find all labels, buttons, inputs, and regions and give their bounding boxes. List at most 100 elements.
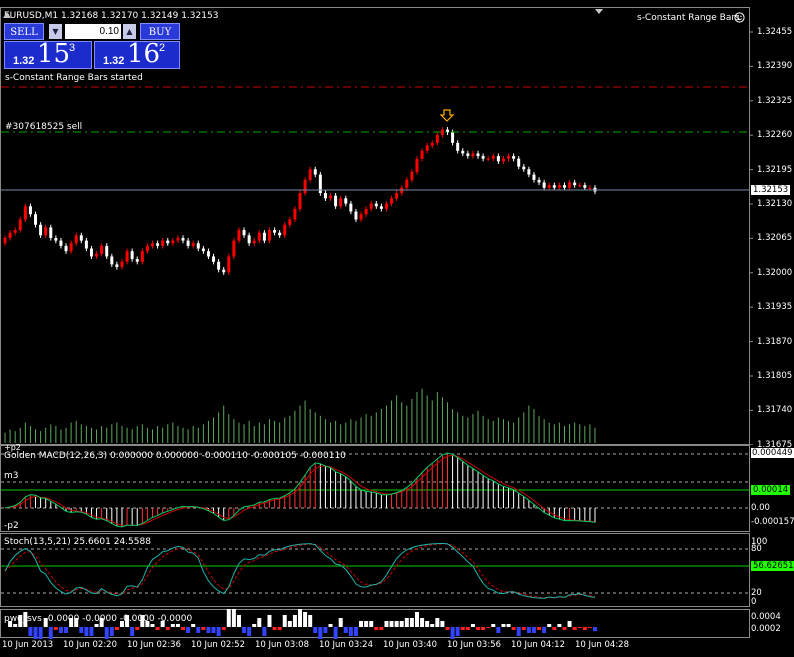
price-axis-label: 1.32260 — [757, 130, 793, 141]
sell-price-box[interactable]: 1.32 15 3 — [4, 39, 92, 69]
candle-body — [573, 182, 577, 186]
macd-p2-label: -p2 — [4, 521, 19, 531]
candle-body — [201, 248, 205, 252]
pwo-bar — [130, 627, 135, 636]
candle-body — [384, 203, 388, 209]
sell-arrow-icon — [439, 109, 455, 122]
sell-button[interactable]: SELL — [4, 23, 44, 40]
pwo-bar — [531, 627, 536, 633]
time-axis-label: 10 Jun 04:12 — [511, 640, 565, 650]
pwo-bar — [526, 627, 531, 633]
pwo-bar — [79, 627, 84, 633]
pwo-bar — [491, 624, 496, 627]
candle-body — [135, 259, 139, 262]
pwo-bar — [221, 627, 226, 630]
pwo-bar — [435, 618, 440, 627]
pwo-bar — [247, 627, 252, 636]
price-axis-label: 1.32065 — [757, 233, 793, 244]
candle-body — [3, 237, 7, 244]
candle-body — [54, 237, 58, 241]
candle-body — [110, 256, 114, 265]
candle-body — [212, 256, 216, 262]
pwo-bar — [409, 618, 414, 627]
candle-body — [527, 169, 531, 175]
pwo-bar — [384, 621, 389, 627]
buy-button[interactable]: BUY — [140, 23, 180, 40]
macd-axis-bottom: -0.000157 — [751, 517, 794, 527]
pwo-bar — [404, 618, 409, 627]
pwo-bar — [369, 621, 374, 627]
pwo-bar — [175, 624, 180, 627]
candle-body — [156, 243, 160, 246]
pwo-bar — [440, 621, 445, 627]
pwo-bar — [328, 624, 333, 627]
lot-decrease-button[interactable]: ▼ — [49, 24, 62, 39]
buy-price-box[interactable]: 1.32 16 2 — [94, 39, 180, 69]
pwo-bar — [547, 624, 552, 627]
pwo-bar — [414, 612, 419, 627]
candle-body — [237, 230, 241, 241]
candle-body — [562, 185, 566, 188]
symbol-info: EURUSD,M1 1.32168 1.32170 1.32149 1.3215… — [4, 11, 219, 21]
pwo-bar — [104, 627, 109, 639]
pwo-bar — [353, 627, 358, 636]
pwo-bar — [272, 627, 277, 630]
candle-body — [257, 232, 261, 241]
pwo-bar — [13, 624, 18, 627]
smiley-icon — [734, 12, 745, 23]
pwo-bar — [114, 627, 119, 630]
pwo-bar — [201, 627, 206, 630]
candle-body — [283, 224, 287, 236]
candle-body — [196, 243, 200, 249]
macd-title: Golden MACD(12,26,3) 0.000000 0.000000 -… — [4, 451, 346, 461]
pwo-bar — [257, 618, 262, 627]
candle-body — [293, 208, 297, 220]
candle-body — [227, 256, 231, 273]
buy-price-prefix: 1.32 — [103, 55, 125, 67]
pwo-bar — [84, 627, 89, 636]
candle-body — [49, 227, 53, 238]
candle-body — [313, 169, 317, 175]
candle-body — [476, 153, 480, 157]
time-axis-label: 10 Jun 03:08 — [255, 640, 309, 650]
candle-body — [430, 142, 434, 146]
time-axis-label: 10 Jun 02:52 — [191, 640, 245, 650]
pwo-bar — [33, 627, 38, 639]
pwo-bar — [587, 627, 592, 628]
pwo-bar — [394, 621, 399, 627]
pwo-bar — [206, 627, 211, 633]
pwo-bar — [516, 627, 521, 636]
pwo-bar — [333, 627, 338, 639]
pwo-bar — [562, 627, 567, 630]
pwo-bar — [338, 618, 343, 627]
lot-size-input[interactable] — [65, 24, 121, 39]
pwo-bar — [359, 621, 364, 627]
pwo-bar — [374, 627, 379, 630]
current-price-badge: 1.32153 — [751, 185, 791, 195]
lot-increase-button[interactable]: ▲ — [123, 24, 136, 39]
candle-body — [339, 198, 343, 207]
pwo-bar — [135, 627, 140, 630]
pwo-bar — [38, 627, 43, 639]
stoch-signal-line — [4, 543, 596, 599]
pwo-bar — [537, 627, 542, 630]
stoch-title: Stoch(13,5,21) 25.6601 24.5588 — [4, 537, 151, 547]
candle-body — [105, 245, 109, 257]
candle-body — [552, 185, 556, 188]
trading-chart-window[interactable]: EURUSD,M1 1.32168 1.32170 1.32149 1.3215… — [0, 0, 794, 657]
pwo-bar — [470, 624, 475, 627]
price-axis-label: 1.32195 — [757, 164, 793, 175]
pwo-bar — [476, 627, 481, 630]
candle-body — [405, 179, 409, 188]
triangle-menu-icon[interactable] — [595, 9, 603, 14]
pwo-bar — [465, 627, 470, 630]
pwo-bar — [53, 627, 58, 630]
pwo-bar — [181, 627, 186, 630]
pwo-bar — [28, 627, 33, 636]
pwo-bar — [267, 615, 272, 627]
indicator-name: s-Constant Range Bars — [637, 13, 740, 23]
candle-body — [69, 243, 73, 252]
pwo-bar — [379, 627, 384, 630]
pwo-bar — [282, 615, 287, 627]
candle-body — [273, 230, 277, 233]
